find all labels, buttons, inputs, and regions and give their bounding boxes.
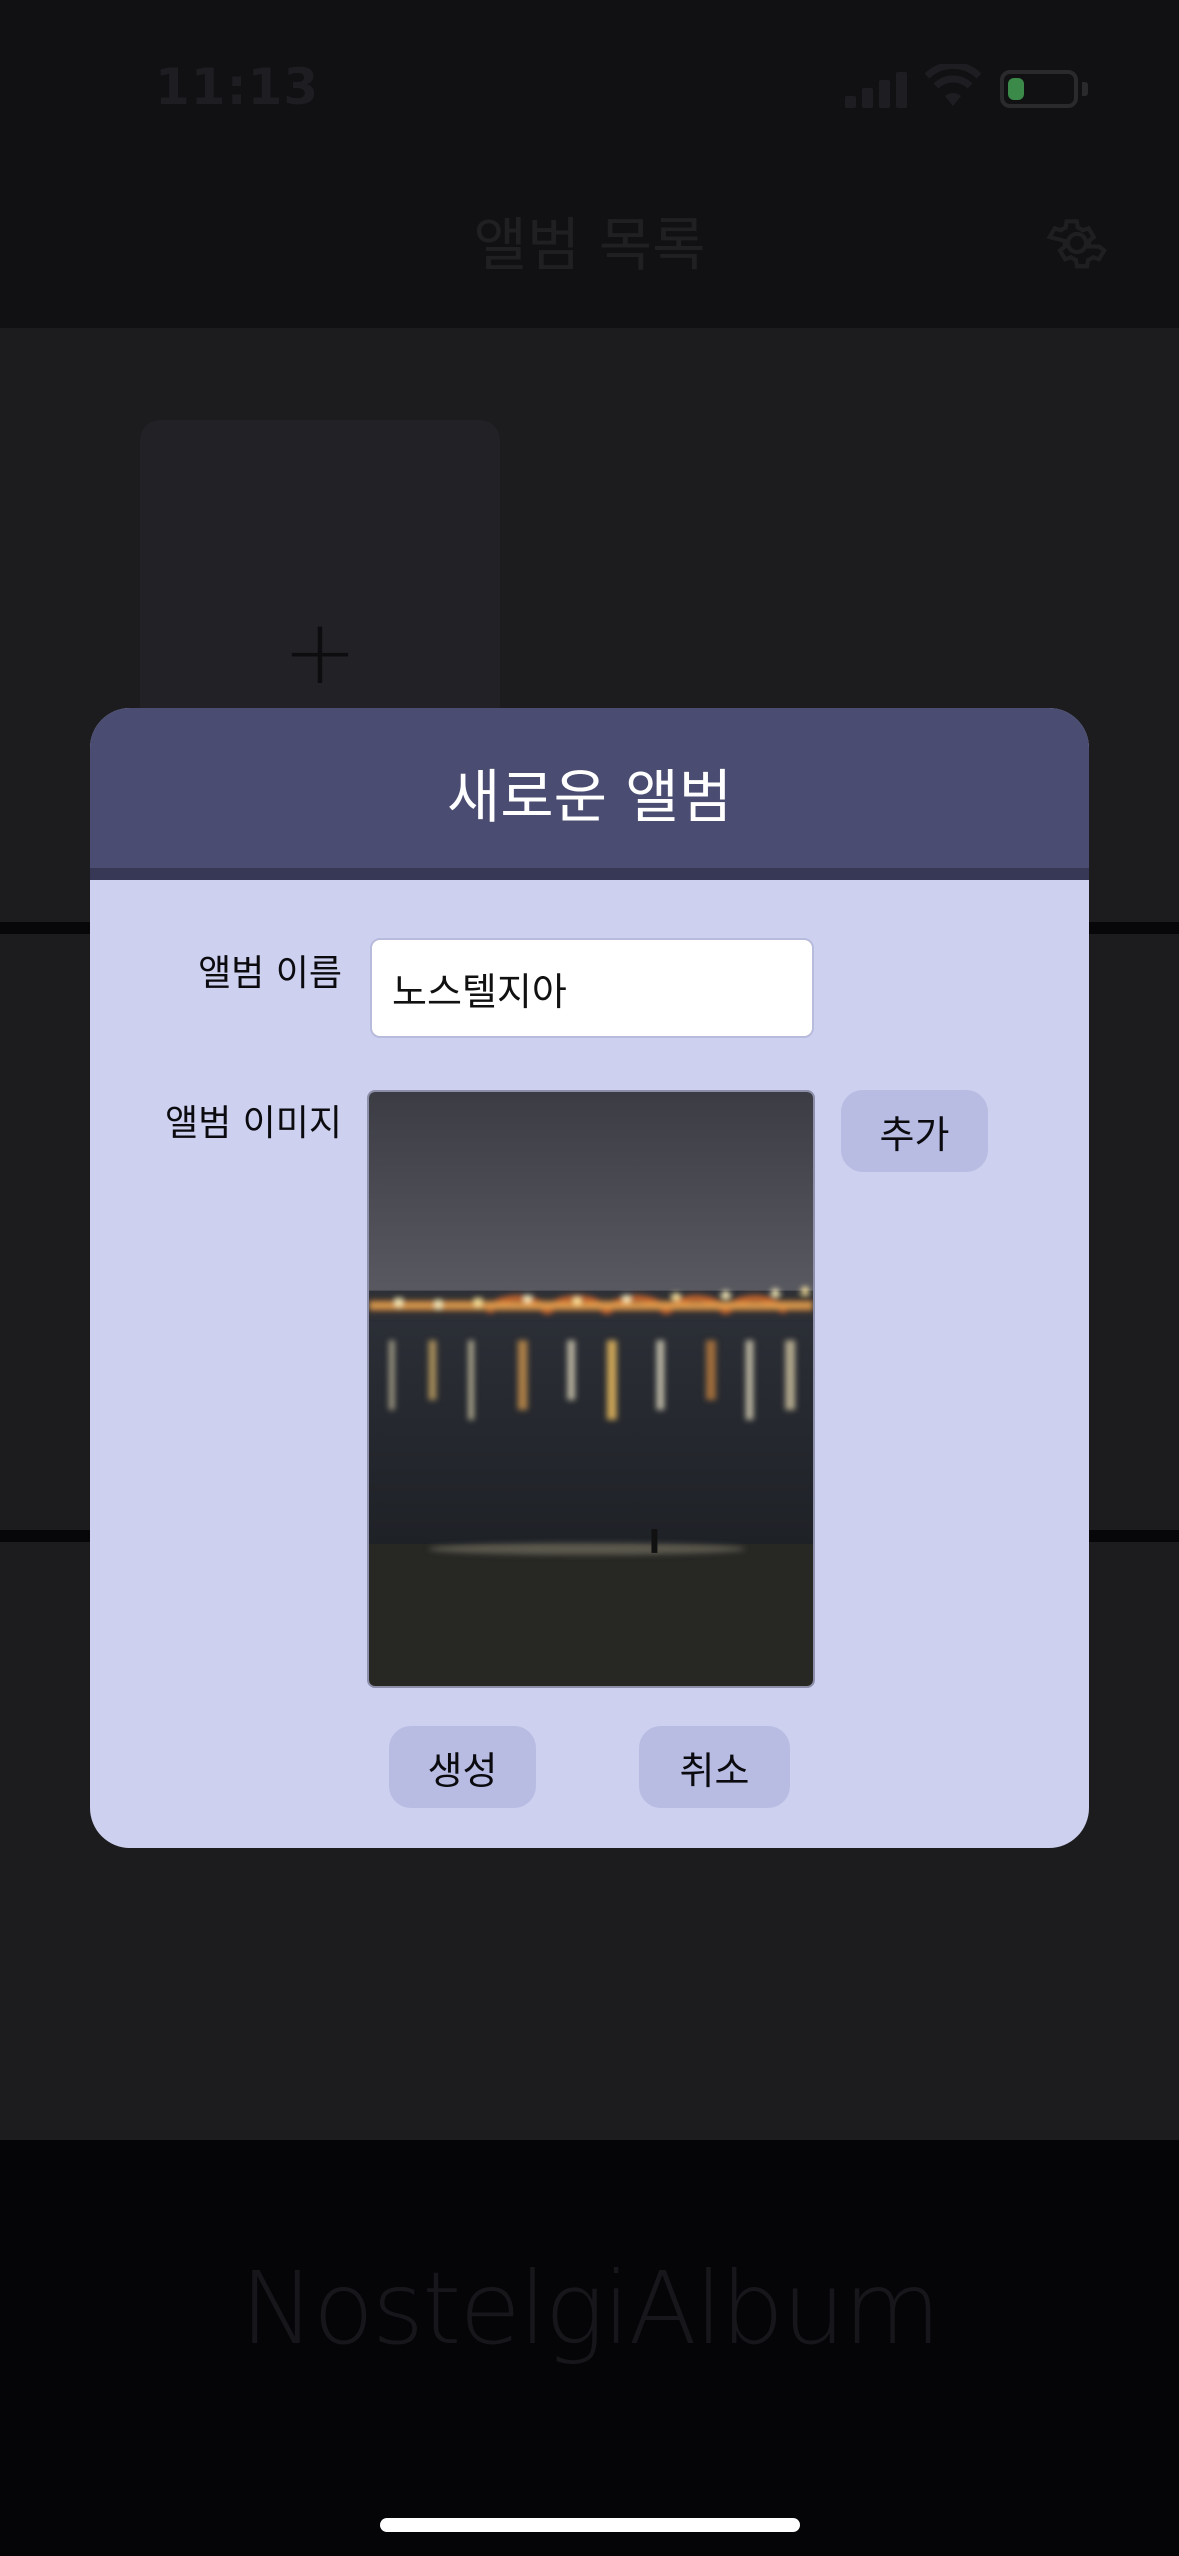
battery-icon	[1000, 70, 1078, 108]
brand-logo-text: NostelgiAlbum	[240, 2250, 941, 2367]
status-time: 11:13	[155, 58, 320, 116]
wifi-icon	[925, 64, 981, 106]
plus-icon: +	[282, 600, 358, 705]
create-button[interactable]: 생성	[389, 1726, 536, 1808]
album-image-preview	[367, 1090, 815, 1688]
dialog-title: 새로운 앨범	[446, 763, 733, 831]
cancel-button[interactable]: 취소	[639, 1726, 790, 1808]
app-screen: 11:13 앨범 목록 + NostelgiAlbum 새로운 앨범 앨범 이름…	[0, 0, 1179, 2556]
cellular-signal-icon	[845, 70, 909, 108]
page-title: 앨범 목록	[473, 211, 706, 279]
album-name-input[interactable]	[370, 938, 814, 1038]
album-name-label: 앨범 이름	[198, 953, 342, 994]
header-divider	[90, 868, 1089, 880]
new-album-dialog: 새로운 앨범 앨범 이름 앨범 이미지	[90, 708, 1089, 1848]
album-image-label: 앨범 이미지	[164, 1103, 342, 1144]
gear-icon[interactable]	[1046, 212, 1108, 274]
add-image-button[interactable]: 추가	[841, 1090, 988, 1172]
home-indicator[interactable]	[380, 2518, 800, 2532]
dialog-header: 새로운 앨범	[90, 708, 1089, 880]
battery-cap	[1082, 82, 1088, 96]
